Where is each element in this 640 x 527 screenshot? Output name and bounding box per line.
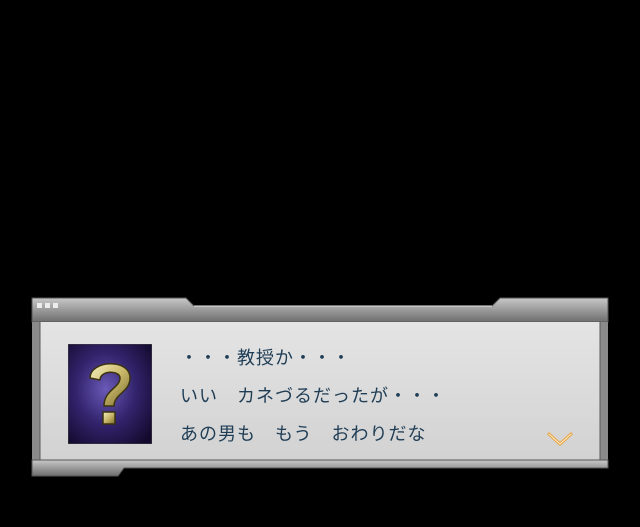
game-scene: ・・・教授か・・・ いい カネづるだったが・・・ あの男も もう おわりだな bbox=[0, 0, 640, 527]
chevron-down-icon bbox=[547, 432, 573, 446]
dialog-line-3: あの男も もう おわりだな bbox=[180, 424, 427, 445]
window-dot bbox=[53, 303, 58, 308]
speaker-portrait bbox=[67, 343, 153, 445]
dialog-line-2: いい カネづるだったが・・・ bbox=[180, 386, 446, 407]
window-dot bbox=[37, 303, 42, 308]
window-dot bbox=[45, 303, 50, 308]
advance-button[interactable] bbox=[546, 430, 574, 450]
dialog-frame bbox=[31, 297, 609, 477]
dialog-line-1: ・・・教授か・・・ bbox=[180, 348, 351, 369]
question-mark-portrait-icon bbox=[67, 343, 153, 445]
